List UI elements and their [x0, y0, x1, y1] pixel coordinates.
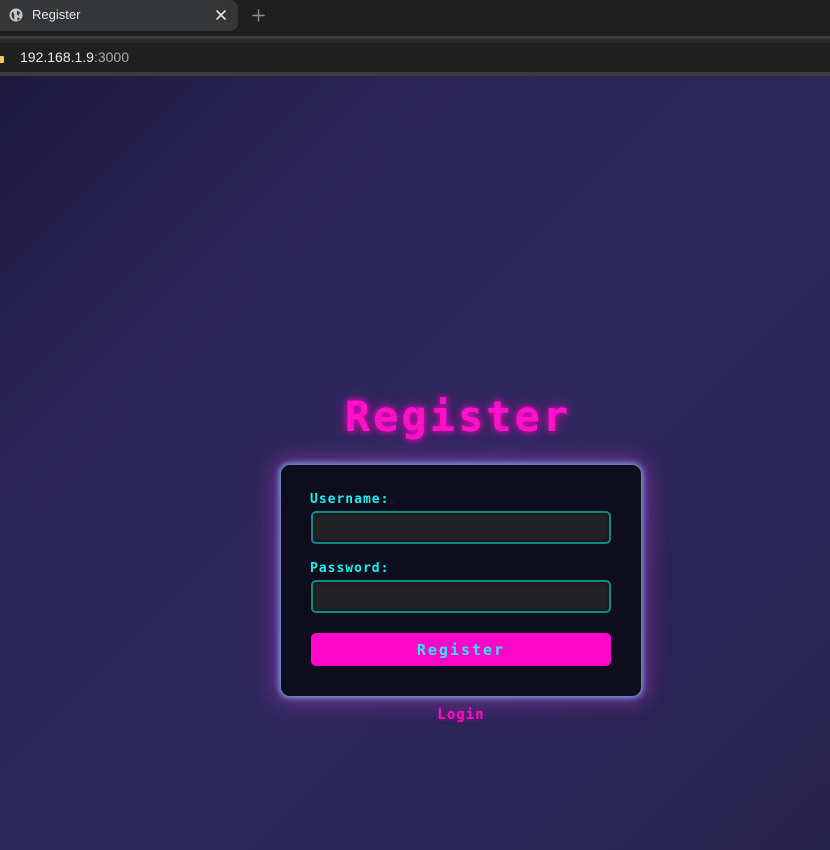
close-icon[interactable] [214, 8, 228, 22]
browser-tabstrip: Register [0, 0, 830, 36]
page-title: Register [344, 392, 572, 441]
login-link[interactable]: Login [281, 707, 641, 723]
browser-tab[interactable]: Register [0, 0, 238, 31]
page-viewport: Register Username: Password: Register Lo… [0, 76, 830, 850]
address-port: :3000 [93, 49, 130, 65]
register-button[interactable]: Register [311, 633, 611, 666]
plus-icon[interactable] [251, 8, 266, 23]
address-host: 192.168.1.9 [20, 49, 94, 65]
globe-icon [9, 8, 23, 22]
site-info-icon[interactable] [0, 53, 4, 63]
browser-toolbar: 192.168.1.9:3000 [0, 36, 830, 72]
address-bar[interactable]: 192.168.1.9:3000 [0, 43, 830, 72]
password-label: Password: [310, 561, 390, 576]
username-input[interactable] [311, 511, 611, 544]
password-input[interactable] [311, 580, 611, 613]
address-url[interactable]: 192.168.1.9:3000 [20, 49, 129, 65]
username-label: Username: [310, 492, 390, 507]
tab-title: Register [32, 7, 81, 22]
register-form: Username: Password: Register [281, 465, 641, 696]
